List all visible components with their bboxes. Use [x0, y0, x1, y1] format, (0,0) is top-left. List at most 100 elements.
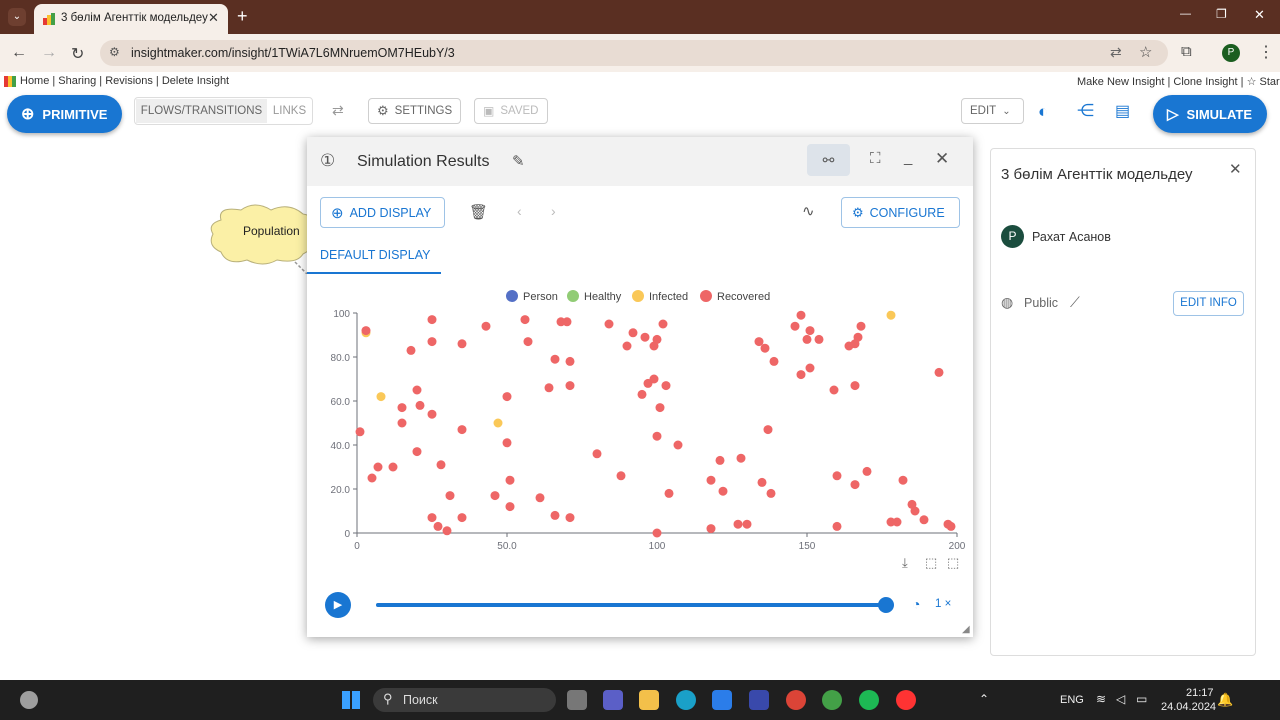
fullscreen-icon[interactable]: ⛶	[870, 150, 881, 167]
edit-menu-button[interactable]: EDIT ⌄	[961, 98, 1024, 124]
site-nav-links[interactable]: Home | Sharing | Revisions | Delete Insi…	[20, 75, 229, 87]
weather-icon[interactable]	[20, 691, 38, 709]
settings-button[interactable]: ⚙ SETTINGS	[368, 98, 461, 124]
configure-button[interactable]: ⚙ CONFIGURE	[841, 197, 960, 228]
window-maximize-button[interactable]: ❐	[1216, 7, 1227, 21]
window-minimize-button[interactable]: —	[1180, 8, 1191, 20]
data-point-recovered	[910, 506, 920, 516]
wifi-icon[interactable]: ≋	[1096, 692, 1106, 706]
clock-date[interactable]: 24.04.2024	[1161, 701, 1216, 713]
legend-marker	[567, 290, 579, 302]
data-point-recovered	[733, 519, 743, 529]
data-point-recovered	[565, 356, 575, 366]
search-icon: ⚲	[383, 691, 393, 706]
resize-handle-icon[interactable]: ◢	[962, 624, 970, 635]
playback-slider-thumb[interactable]	[878, 597, 894, 613]
close-panel-icon[interactable]: ✕	[1229, 160, 1242, 178]
data-point-recovered	[442, 526, 452, 536]
battery-icon[interactable]: ▭	[1136, 692, 1147, 706]
torrent-icon[interactable]	[822, 690, 842, 710]
population-label: Population	[243, 224, 300, 238]
compare-runs-icon[interactable]: ⚯	[807, 144, 850, 176]
extensions-icon[interactable]: ⧉	[1181, 43, 1192, 60]
app-icon[interactable]	[749, 690, 769, 710]
download-icon[interactable]: ⤓	[902, 555, 908, 571]
site-info-icon[interactable]: ⚙	[109, 45, 120, 59]
delete-trash-icon[interactable]: 🗑	[469, 203, 488, 221]
author-name[interactable]: Рахат Асанов	[1032, 230, 1111, 244]
browser-menu-icon[interactable]: ⋮	[1258, 42, 1274, 62]
simulate-button[interactable]: ▷ SIMULATE	[1153, 95, 1267, 133]
zoom-select-icon[interactable]: ⬚	[925, 555, 937, 571]
previous-chevron-icon[interactable]: ‹	[517, 203, 522, 219]
signature-scribble-icon[interactable]: ∿	[802, 202, 815, 220]
playback-slider-track[interactable]	[376, 603, 886, 607]
add-display-button[interactable]: ⊕ ADD DISPLAY	[320, 197, 445, 228]
play-button[interactable]: ▶	[325, 592, 351, 618]
tab-default-display[interactable]: DEFAULT DISPLAY	[320, 248, 430, 262]
swap-arrows-icon[interactable]: ⇄	[332, 102, 344, 119]
zoom-reset-icon[interactable]: ⬚	[947, 555, 959, 571]
primitive-button[interactable]: ⊕ PRIMITIVE	[7, 95, 122, 133]
saved-button[interactable]: ▣ SAVED	[474, 98, 548, 124]
yandex-browser-icon[interactable]	[896, 690, 916, 710]
browser-tab-active[interactable]: 3 бөлім Агенттік модельдеу ✕	[34, 4, 228, 34]
window-close-button[interactable]: ✕	[1254, 7, 1265, 23]
url-text[interactable]: insightmaker.com/insight/1TWiA7L6MNruemO…	[131, 46, 455, 60]
forward-arrow-icon[interactable]: →	[41, 44, 57, 62]
edge-icon[interactable]	[676, 690, 696, 710]
back-arrow-icon[interactable]: ←	[11, 44, 27, 62]
share-icon[interactable]: ⋲	[1077, 101, 1094, 121]
tab-close-icon[interactable]: ✕	[208, 10, 219, 26]
data-point-recovered	[397, 418, 407, 428]
site-action-links[interactable]: Make New Insight | Clone Insight | ☆ Sta…	[1077, 75, 1280, 88]
tray-lang[interactable]: ENG	[1060, 694, 1084, 706]
toolbox-icon[interactable]: ▤	[1115, 101, 1130, 121]
windows-start-icon[interactable]	[342, 691, 360, 709]
palette-icon[interactable]: ◐	[1038, 102, 1048, 122]
spotify-icon[interactable]	[859, 690, 879, 710]
teams-icon[interactable]	[603, 690, 623, 710]
tab-list-chevron-icon[interactable]: ⌄	[8, 8, 26, 26]
clock-time[interactable]: 21:17	[1186, 687, 1214, 699]
data-point-recovered	[652, 334, 662, 344]
profile-avatar[interactable]: P	[1222, 44, 1240, 62]
chrome-icon[interactable]	[786, 690, 806, 710]
data-point-infected	[376, 392, 386, 402]
population-stock-cloud[interactable]	[207, 202, 317, 274]
data-point-recovered	[562, 317, 572, 327]
tray-chevron-icon[interactable]: ⌃	[979, 692, 989, 706]
translate-icon[interactable]: ⇄	[1110, 44, 1122, 61]
insight-info-panel: 3 бөлім Агенттік модельдеу ✕ P Рахат Аса…	[990, 148, 1256, 656]
next-chevron-icon[interactable]: ›	[551, 203, 556, 219]
rename-pencil-icon[interactable]: ✎	[512, 152, 525, 170]
data-point-recovered	[427, 315, 437, 325]
reload-icon[interactable]: ↻	[71, 44, 84, 64]
data-point-recovered	[523, 337, 533, 347]
new-tab-button[interactable]: +	[237, 6, 248, 27]
store-icon[interactable]	[712, 690, 732, 710]
data-point-recovered	[766, 488, 776, 498]
data-point-recovered	[832, 471, 842, 481]
x-tick-label: 100	[649, 541, 666, 552]
taskbar-search-box[interactable]: ⚲ Поиск	[373, 688, 556, 712]
data-point-recovered	[361, 326, 371, 336]
bookmark-star-icon[interactable]: ☆	[1139, 43, 1152, 61]
edit-info-button[interactable]: EDIT INFO	[1173, 291, 1244, 316]
notification-bell-icon[interactable]: 🔔	[1217, 692, 1233, 708]
volume-icon[interactable]: ◁	[1116, 692, 1125, 706]
minimize-window-icon[interactable]: _	[904, 149, 912, 166]
task-view-icon[interactable]	[567, 690, 587, 710]
speed-label[interactable]: 1 ×	[935, 598, 951, 610]
close-window-icon[interactable]: ✕	[935, 149, 949, 169]
data-point-recovered	[505, 475, 515, 485]
gear-icon: ⚙	[377, 103, 389, 118]
file-explorer-icon[interactable]	[639, 690, 659, 710]
playback-slider-fill	[376, 603, 886, 607]
data-point-recovered	[640, 332, 650, 342]
speed-gauge-icon[interactable]: ◔	[912, 596, 920, 612]
y-tick-label: 100	[333, 309, 350, 320]
data-point-recovered	[388, 462, 398, 472]
links-toggle[interactable]: LINKS	[268, 99, 311, 123]
flows-transitions-toggle[interactable]: FLOWS/TRANSITIONS	[136, 99, 267, 123]
